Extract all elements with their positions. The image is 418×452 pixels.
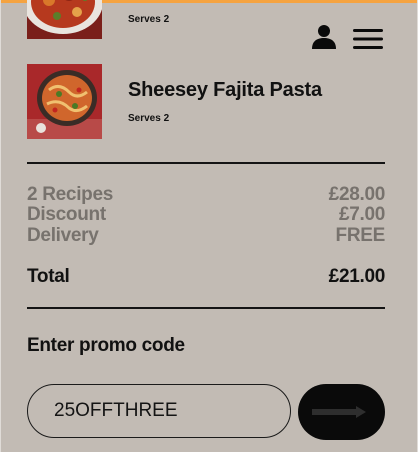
summary-recipes-row: 2 Recipes £28.00 [27, 184, 385, 206]
summary-delivery-row: Delivery FREE [27, 225, 385, 247]
summary-delivery-label: Delivery [27, 225, 99, 246]
summary-recipes-label: 2 Recipes [27, 184, 114, 205]
arrow-right-icon [312, 406, 366, 418]
summary-discount-value: £7.00 [338, 204, 385, 225]
frame-edge-left [0, 0, 1, 452]
recipe-serves: Serves 2 [128, 113, 170, 124]
recipe-serves: Serves 2 [128, 14, 170, 25]
divider [27, 162, 385, 164]
recipe-name: Sheesey Fajita Pasta [128, 79, 322, 101]
summary-discount-row: Discount £7.00 [27, 204, 385, 226]
summary-total-row: Total £21.00 [27, 266, 385, 290]
apply-promo-button[interactable] [298, 384, 385, 440]
person-icon[interactable] [311, 24, 337, 50]
recipe-thumbnail [27, 64, 102, 139]
promo-heading: Enter promo code [27, 335, 185, 356]
recipe-thumbnail [27, 0, 102, 39]
hamburger-menu-icon[interactable] [353, 28, 383, 50]
promo-code-input[interactable] [27, 384, 291, 438]
divider [27, 307, 385, 309]
summary-delivery-value: FREE [335, 225, 386, 246]
total-label: Total [27, 266, 70, 287]
summary-recipes-value: £28.00 [328, 184, 386, 205]
summary-discount-label: Discount [27, 204, 106, 225]
total-value: £21.00 [328, 266, 386, 287]
